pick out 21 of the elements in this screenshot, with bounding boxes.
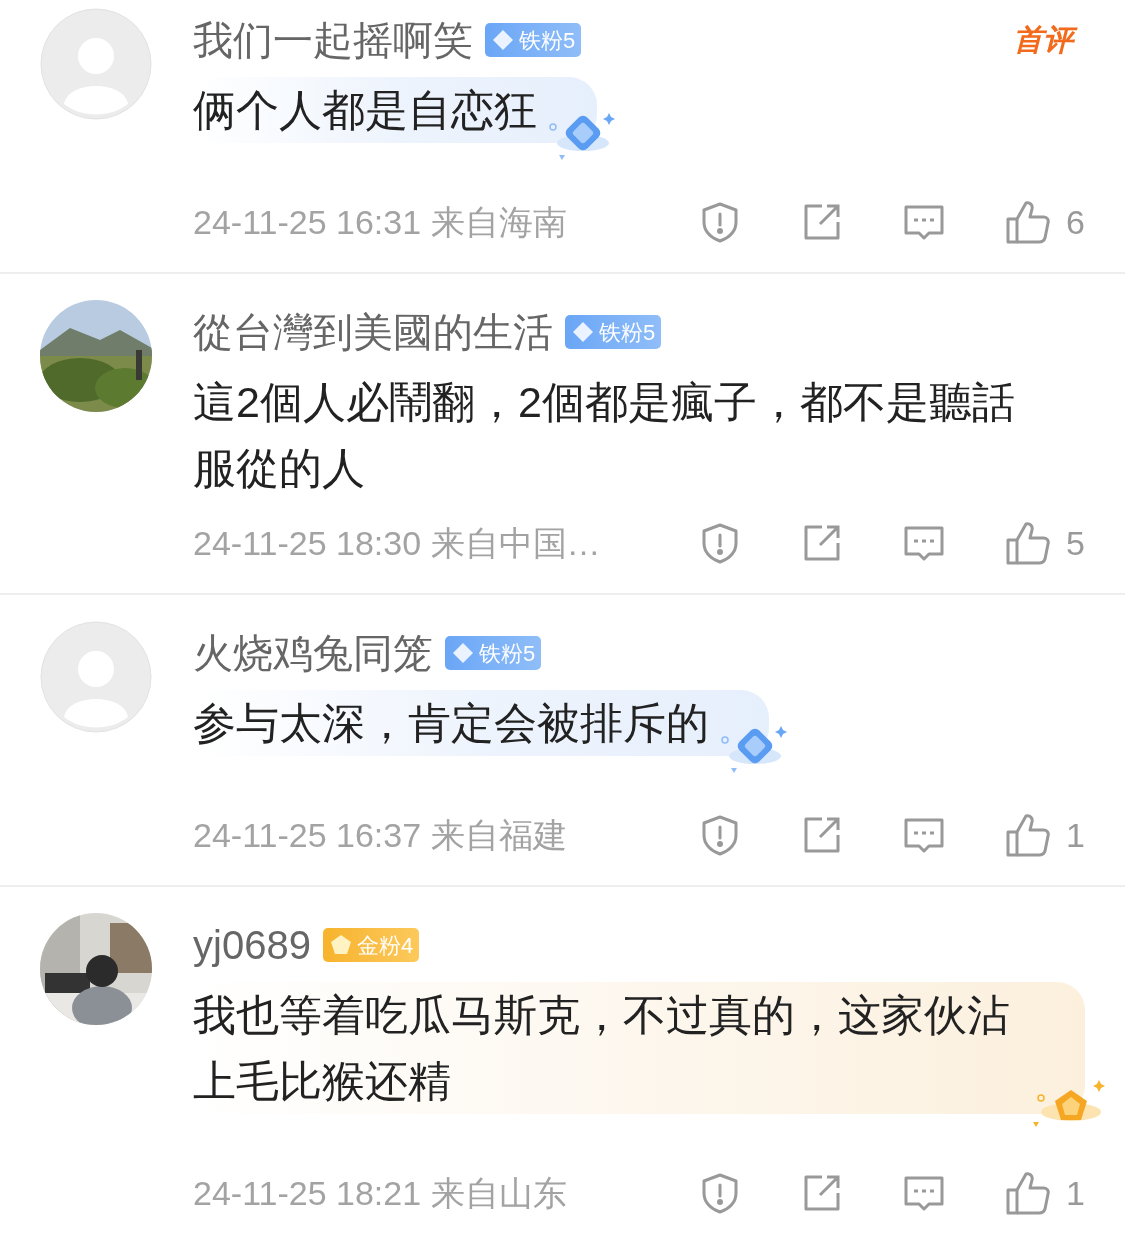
comment-time: 24-11-25 18:30 来自中国… (193, 522, 602, 564)
like-count: 6 (1066, 201, 1085, 243)
user-name[interactable]: 我们一起摇啊笑 (193, 20, 473, 60)
comment-text: 俩个人都是自恋狂 (193, 85, 537, 136)
comment-text: 参与太深，肯定会被排斥的 (193, 698, 709, 749)
thumbs-up-icon[interactable] (1004, 1170, 1053, 1216)
user-name[interactable]: yj0689 (193, 925, 311, 965)
thumbs-up-icon[interactable] (1004, 520, 1053, 566)
thumbs-up-icon[interactable] (1004, 812, 1053, 858)
first-comment-label: 首评 (1011, 20, 1081, 60)
comment-text: 這2個人必鬧翻，2個都是瘋子，都不是聽話服從的人 (193, 377, 1016, 494)
thumbs-up-icon[interactable] (1004, 199, 1053, 245)
like-count: 5 (1066, 522, 1085, 564)
comment-time: 24-11-25 16:31 来自海南 (193, 201, 568, 243)
like-count: 1 (1066, 1172, 1085, 1214)
user-name[interactable]: 火烧鸡兔同笼 (193, 633, 433, 673)
comment-time: 24-11-25 18:21 来自山东 (193, 1172, 568, 1214)
like-count: 1 (1066, 814, 1085, 856)
comment-time: 24-11-25 16:37 来自福建 (193, 814, 568, 856)
user-name[interactable]: 從台灣到美國的生活 (193, 312, 553, 352)
comment-text: 我也等着吃瓜马斯克，不过真的，这家伙沾上毛比猴还精 (193, 990, 1011, 1107)
